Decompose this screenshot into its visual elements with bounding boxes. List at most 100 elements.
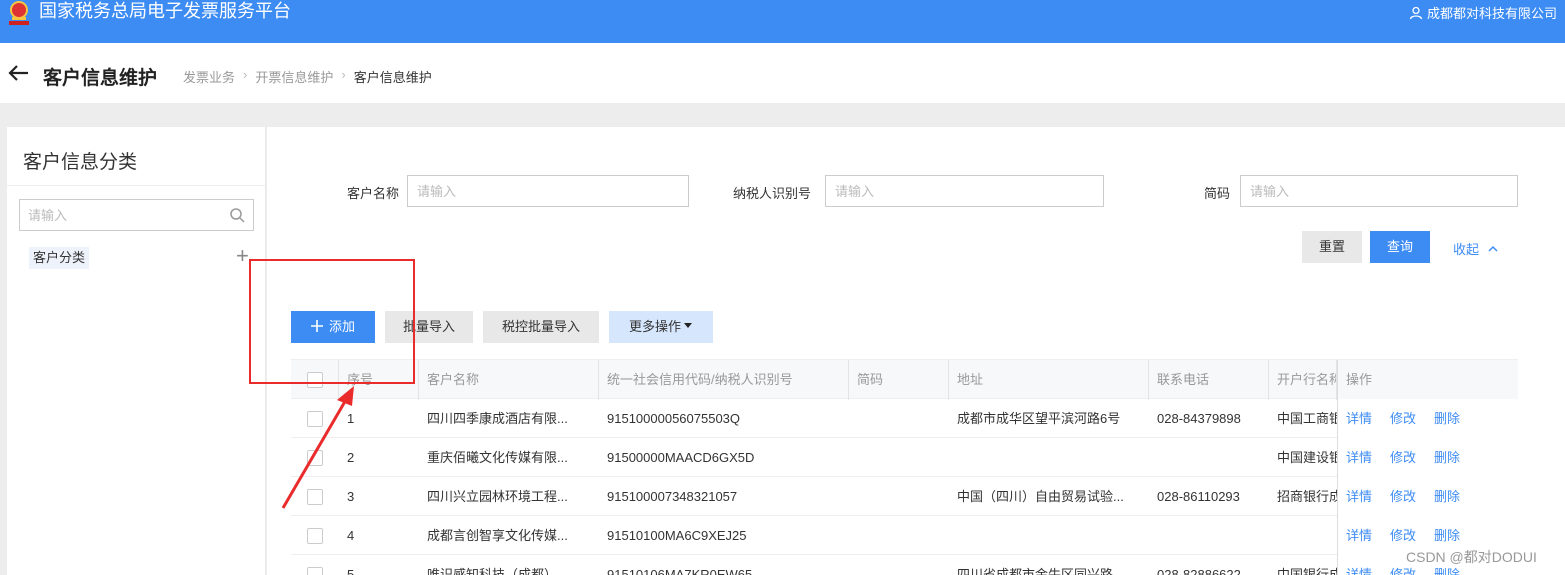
sidebar-title: 客户信息分类: [23, 152, 138, 173]
cell-bank: 招商银行成都: [1277, 489, 1337, 504]
cell-tax-id: 91510106MA7KR0EW65: [607, 567, 753, 575]
edit-link[interactable]: 修改: [1390, 477, 1416, 516]
column-header-actions-cell: 操作: [1337, 360, 1518, 400]
cell-address: 中国（四川）自由贸易试验...: [957, 489, 1124, 504]
column-header-code: 简码: [849, 360, 949, 400]
edit-link[interactable]: 修改: [1390, 399, 1416, 438]
detail-link[interactable]: 详情: [1346, 516, 1372, 555]
cell-phone: 028-84379898: [1157, 411, 1241, 426]
cell-address: [949, 438, 1149, 477]
tax-id-label: 纳税人识别号: [733, 186, 812, 201]
cell-tax-id: 915100007348321057: [607, 489, 738, 504]
cell-code: [849, 477, 949, 516]
column-header-address: 地址: [949, 360, 1149, 400]
search-icon[interactable]: [229, 207, 245, 223]
user-menu[interactable]: 成都都对科技有限公司: [1409, 3, 1557, 22]
cell-index: 2: [347, 450, 355, 465]
cell-address: 成都市成华区望平滨河路6号: [957, 411, 1121, 426]
cell-bank: [1269, 516, 1337, 555]
tax-id-input[interactable]: [825, 175, 1104, 207]
cell-bank: 中国工商银行: [1277, 411, 1337, 426]
cell-address: 四川省成都市金牛区同兴路...: [957, 567, 1124, 575]
cell-index: 5: [347, 567, 355, 575]
collapse-toggle[interactable]: 收起: [1453, 239, 1499, 258]
breadcrumb-item-current: 客户信息维护: [353, 70, 432, 85]
cell-index: 1: [347, 411, 355, 426]
row-actions: 详情 修改 删除: [1337, 438, 1518, 477]
table-row: 2 重庆佰曦文化传媒有限... 91500000MAACD6GX5D 中国建设银…: [291, 438, 1518, 477]
breadcrumb-item-invoice-business[interactable]: 发票业务: [183, 67, 235, 86]
row-checkbox[interactable]: [307, 450, 323, 466]
column-header-name: 客户名称: [419, 360, 599, 400]
cell-code: [849, 438, 949, 477]
top-bar: 国家税务总局电子发票服务平台 成都都对科技有限公司: [0, 0, 1565, 43]
more-operations-label: 更多操作: [628, 319, 681, 334]
user-name: 成都都对科技有限公司: [1426, 6, 1557, 21]
customer-name-label: 客户名称: [347, 186, 400, 201]
main-panel: 客户名称 纳税人识别号 简码 重置 查询 收起 添加 批量导入 税控批量导入 更…: [267, 127, 1565, 575]
table-header: 序号 客户名称 统一社会信用代码/纳税人识别号 简码 地址 联系电话 开户行名称…: [291, 359, 1518, 400]
breadcrumb-separator: ›: [243, 67, 248, 82]
cell-name: 唯识感知科技（成都）...: [427, 567, 568, 575]
detail-link[interactable]: 详情: [1346, 438, 1372, 477]
row-checkbox-cell: [291, 438, 339, 477]
breadcrumb: 发票业务 › 开票信息维护 › 客户信息维护: [183, 67, 432, 86]
cell-tax-id: 91510000056075503Q: [607, 411, 741, 426]
sidebar-search: [19, 199, 254, 231]
cell-name: 四川兴立园林环境工程...: [427, 489, 568, 504]
row-checkbox[interactable]: [307, 489, 323, 505]
cell-bank: 中国银行成都: [1277, 567, 1337, 575]
annotation-highlight-box: [249, 259, 415, 384]
collapse-label: 收起: [1453, 242, 1480, 257]
row-checkbox[interactable]: [307, 411, 323, 427]
column-header-bank: 开户行名称: [1269, 360, 1337, 400]
tax-batch-import-button[interactable]: 税控批量导入: [483, 311, 599, 343]
cell-bank: 中国建设银行: [1277, 450, 1337, 465]
delete-link[interactable]: 删除: [1434, 399, 1460, 438]
column-header-phone: 联系电话: [1149, 360, 1269, 400]
cell-index: 3: [347, 489, 355, 504]
row-checkbox[interactable]: [307, 528, 323, 544]
short-code-label: 简码: [1204, 186, 1231, 201]
cell-tax-id: 91510100MA6C9XEJ25: [607, 528, 747, 543]
breadcrumb-separator: ›: [341, 67, 346, 82]
detail-link[interactable]: 详情: [1346, 477, 1372, 516]
table-row: 4 成都言创智享文化传媒... 91510100MA6C9XEJ25 详情 修改…: [291, 516, 1518, 555]
watermark: CSDN @都对DODUI: [1406, 549, 1537, 565]
cell-name: 四川四季康成酒店有限...: [427, 411, 568, 426]
table-row: 1 四川四季康成酒店有限... 91510000056075503Q 成都市成华…: [291, 399, 1518, 438]
table-row: 5 唯识感知科技（成都）... 91510106MA7KR0EW65 四川省成都…: [291, 555, 1518, 575]
category-sidebar: 客户信息分类 客户分类 +: [7, 127, 266, 575]
cell-name: 成都言创智享文化传媒...: [427, 528, 568, 543]
row-checkbox-cell: [291, 516, 339, 555]
cell-phone: 028-86110293: [1157, 489, 1240, 504]
delete-link[interactable]: 删除: [1434, 477, 1460, 516]
cell-name: 重庆佰曦文化传媒有限...: [427, 450, 568, 465]
customer-name-input[interactable]: [407, 175, 689, 207]
add-category-icon[interactable]: +: [236, 245, 249, 267]
breadcrumb-item-invoice-info[interactable]: 开票信息维护: [255, 67, 333, 86]
short-code-input[interactable]: [1240, 175, 1518, 207]
divider: [7, 185, 266, 186]
column-header-tax-id: 统一社会信用代码/纳税人识别号: [599, 360, 849, 400]
cell-code: [849, 399, 949, 438]
back-arrow-icon[interactable]: [8, 63, 30, 83]
cell-phone: [1149, 438, 1269, 477]
cell-address: [949, 516, 1149, 555]
detail-link[interactable]: 详情: [1346, 555, 1372, 575]
more-operations-button[interactable]: 更多操作: [609, 311, 713, 343]
row-checkbox[interactable]: [307, 567, 323, 575]
cell-tax-id: 91500000MAACD6GX5D: [607, 450, 755, 465]
reset-button[interactable]: 重置: [1302, 231, 1362, 263]
delete-link[interactable]: 删除: [1434, 438, 1460, 477]
row-actions: 详情 修改 删除: [1337, 477, 1518, 516]
edit-link[interactable]: 修改: [1390, 438, 1416, 477]
sidebar-search-input[interactable]: [20, 200, 220, 230]
page-title: 客户信息维护: [43, 68, 158, 89]
user-icon: [1409, 6, 1423, 19]
detail-link[interactable]: 详情: [1346, 399, 1372, 438]
cell-code: [849, 555, 949, 575]
query-button[interactable]: 查询: [1370, 231, 1430, 263]
row-actions: 详情 修改 删除: [1337, 399, 1518, 438]
category-item-customer[interactable]: 客户分类: [29, 247, 90, 269]
